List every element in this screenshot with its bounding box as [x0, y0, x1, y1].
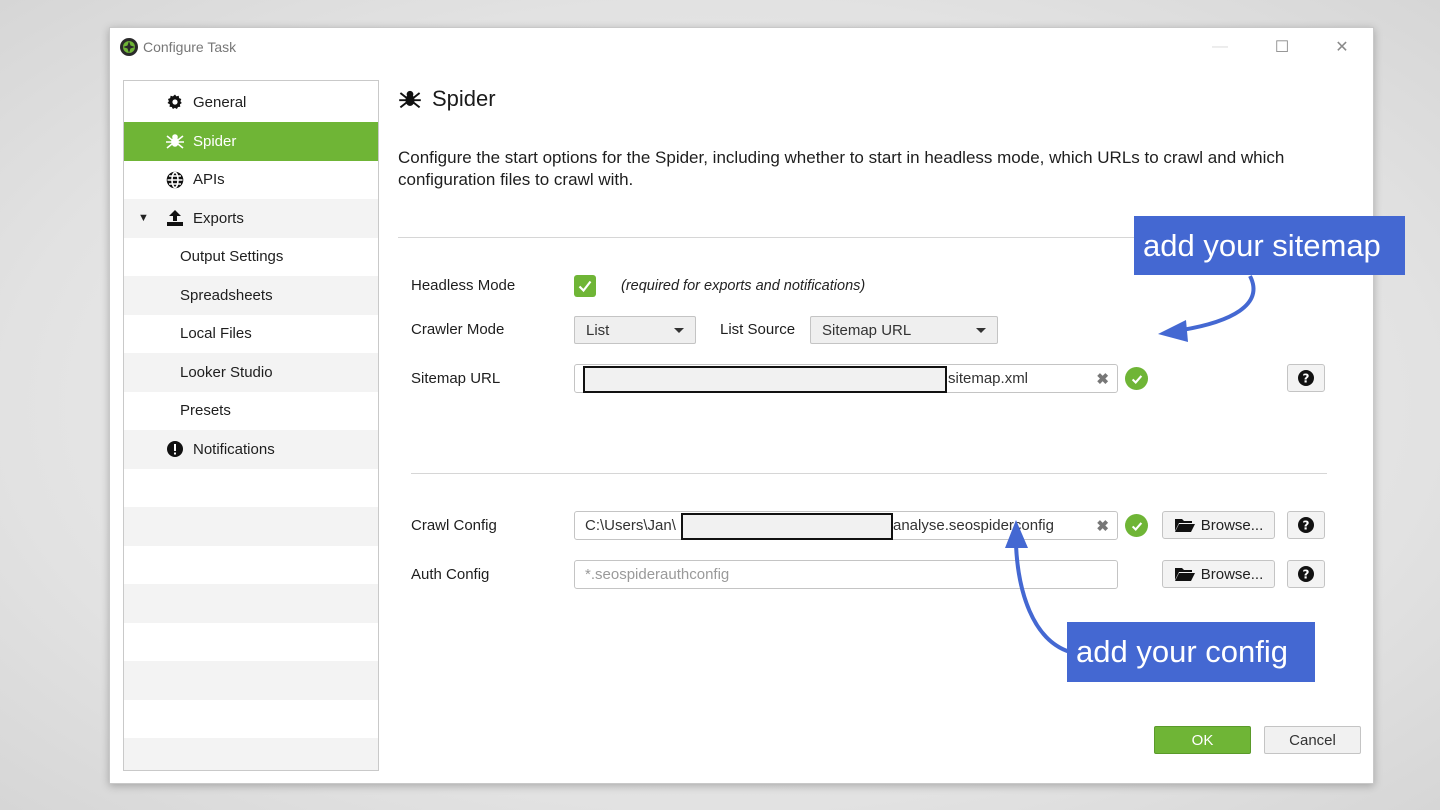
chevron-down-icon — [976, 328, 986, 333]
help-icon: ? — [1298, 517, 1314, 533]
auth-config-browse-button[interactable]: Browse... — [1162, 560, 1275, 588]
auth-config-help-button[interactable]: ? — [1287, 560, 1325, 588]
sidebar-item-label: Output Settings — [180, 248, 284, 266]
sidebar-empty-row — [124, 623, 378, 662]
sitemap-url-value: sitemap.xml — [948, 370, 1029, 387]
page-description: Configure the start options for the Spid… — [398, 148, 1285, 189]
crawler-mode-value: List — [586, 321, 610, 339]
window-title: Configure Task — [143, 39, 237, 55]
list-source-label: List Source — [720, 321, 796, 338]
valid-check-icon — [1125, 367, 1148, 390]
clear-icon[interactable]: ✖ — [1096, 370, 1109, 388]
minimize-button[interactable]: — — [1200, 34, 1240, 60]
checkmark-icon — [578, 280, 592, 293]
folder-open-icon — [1174, 566, 1196, 582]
sidebar-empty-row — [124, 469, 378, 508]
headless-mode-note: (required for exports and notifications) — [621, 278, 866, 294]
globe-icon — [165, 170, 185, 190]
sidebar-item-label: Spider — [193, 132, 237, 150]
config-callout: add your config — [1067, 622, 1315, 682]
auth-config-placeholder: *.seospiderauthconfig — [585, 566, 730, 583]
chevron-down-icon — [674, 328, 684, 333]
page-title: Spider — [398, 86, 496, 112]
sidebar-item-local-files[interactable]: Local Files — [124, 315, 378, 354]
sidebar-item-label: Local Files — [180, 325, 252, 343]
spider-icon — [398, 86, 424, 112]
sidebar-empty-row — [124, 546, 378, 585]
svg-text:?: ? — [1303, 372, 1310, 386]
browse-label: Browse... — [1200, 516, 1264, 534]
sidebar-item-spreadsheets[interactable]: Spreadsheets — [124, 276, 378, 315]
settings-sidebar: General Spider APIs ▼ Exports Output Set… — [123, 80, 379, 771]
sidebar-empty-row — [124, 700, 378, 739]
svg-text:?: ? — [1303, 519, 1310, 533]
sidebar-item-exports[interactable]: ▼ Exports — [124, 199, 378, 238]
list-source-select[interactable]: Sitemap URL — [810, 316, 998, 344]
crawler-mode-label: Crawler Mode — [411, 321, 505, 338]
crawl-config-label: Crawl Config — [411, 517, 497, 534]
crawl-config-help-button[interactable]: ? — [1287, 511, 1325, 539]
ok-button[interactable]: OK — [1154, 726, 1251, 754]
auth-config-input[interactable]: *.seospiderauthconfig — [574, 560, 1118, 589]
sidebar-item-label: APIs — [193, 171, 225, 189]
redacted-region — [681, 513, 893, 540]
gear-icon — [165, 92, 185, 112]
sidebar-item-looker-studio[interactable]: Looker Studio — [124, 353, 378, 392]
app-logo-icon — [119, 37, 139, 57]
title-bar: Configure Task — ☐ ✕ — [110, 28, 1373, 66]
alert-icon — [165, 439, 185, 459]
browse-label: Browse... — [1200, 565, 1264, 583]
headless-mode-checkbox[interactable] — [574, 275, 596, 297]
crawl-config-value-prefix: C:\Users\Jan\ — [585, 517, 676, 534]
maximize-button[interactable]: ☐ — [1262, 34, 1302, 60]
upload-icon — [165, 208, 185, 228]
list-source-value: Sitemap URL — [822, 321, 912, 339]
cancel-button[interactable]: Cancel — [1264, 726, 1361, 754]
sidebar-item-label: Notifications — [193, 440, 275, 458]
sitemap-help-button[interactable]: ? — [1287, 364, 1325, 392]
sitemap-callout: add your sitemap — [1134, 216, 1405, 275]
sidebar-empty-row — [124, 584, 378, 623]
sidebar-item-label: Exports — [193, 209, 244, 227]
sitemap-url-input[interactable]: sitemap.xml ✖ — [574, 364, 1118, 393]
redacted-region — [583, 366, 947, 393]
folder-open-icon — [1174, 517, 1196, 533]
headless-mode-label: Headless Mode — [411, 277, 516, 294]
sidebar-item-output-settings[interactable]: Output Settings — [124, 238, 378, 277]
expand-triangle-icon[interactable]: ▼ — [138, 212, 149, 224]
sidebar-item-spider[interactable]: Spider — [124, 122, 378, 161]
sidebar-empty-row — [124, 507, 378, 546]
sidebar-empty-row — [124, 661, 378, 700]
sidebar-item-apis[interactable]: APIs — [124, 161, 378, 200]
help-icon: ? — [1298, 370, 1314, 386]
sidebar-item-label: Presets — [180, 402, 231, 420]
sidebar-item-presets[interactable]: Presets — [124, 392, 378, 431]
auth-config-label: Auth Config — [411, 566, 490, 583]
sidebar-item-label: General — [193, 93, 247, 111]
valid-check-icon — [1125, 514, 1148, 537]
spider-icon — [165, 131, 185, 151]
help-icon: ? — [1298, 566, 1314, 582]
divider — [411, 473, 1327, 474]
crawl-config-value-suffix: analyse.seospiderconfig — [893, 517, 1054, 534]
clear-icon[interactable]: ✖ — [1096, 517, 1109, 535]
sidebar-item-notifications[interactable]: Notifications — [124, 430, 378, 469]
page-title-text: Spider — [432, 86, 496, 111]
sitemap-url-label: Sitemap URL — [411, 370, 501, 387]
sidebar-item-general[interactable]: General — [124, 83, 378, 122]
crawler-mode-select[interactable]: List — [574, 316, 696, 344]
crawl-config-browse-button[interactable]: Browse... — [1162, 511, 1275, 539]
sidebar-item-label: Looker Studio — [180, 363, 273, 381]
sidebar-item-label: Spreadsheets — [180, 286, 273, 304]
svg-text:?: ? — [1303, 568, 1310, 582]
close-button[interactable]: ✕ — [1322, 34, 1362, 60]
sidebar-empty-row — [124, 738, 378, 770]
crawl-config-input[interactable]: C:\Users\Jan\ analyse.seospiderconfig ✖ — [574, 511, 1118, 540]
